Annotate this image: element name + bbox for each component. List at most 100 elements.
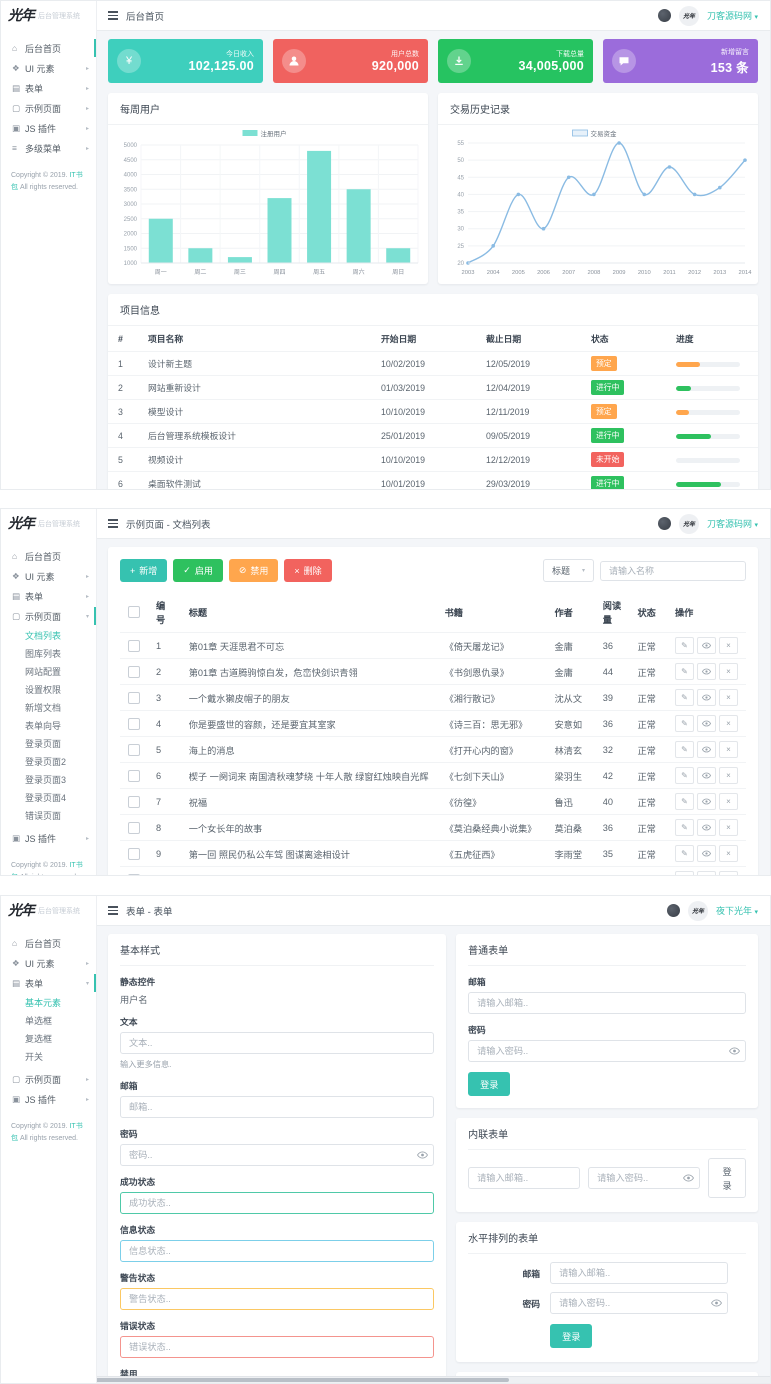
view-icon[interactable] [697,845,716,862]
sidebar-item[interactable]: ▢示例页面▸ [1,98,96,118]
email-field[interactable] [468,1167,580,1189]
delete-icon[interactable]: × [719,689,738,706]
sidebar-item[interactable]: ❖UI 元素▸ [1,953,96,973]
view-icon[interactable] [697,767,716,784]
sidebar-item[interactable]: ▤表单▾ [1,973,96,993]
sidebar-item[interactable]: ⌂后台首页 [1,546,96,566]
row-checkbox[interactable] [128,848,140,860]
text-field[interactable] [120,1144,434,1166]
avatar[interactable]: 光年 [688,901,708,921]
禁用-button[interactable]: ⊘禁用 [229,559,279,582]
scrollbar-thumb[interactable] [63,1378,509,1382]
menu-toggle-icon[interactable] [108,906,118,915]
edit-icon[interactable]: ✎ [675,819,694,836]
view-icon[interactable] [697,637,716,654]
sidebar-item[interactable]: ⌂后台首页 [1,933,96,953]
search-input[interactable] [600,561,746,581]
row-checkbox[interactable] [128,666,140,678]
email-field[interactable] [550,1262,728,1284]
delete-icon[interactable]: × [719,793,738,810]
delete-icon[interactable]: × [719,741,738,758]
sidebar-item[interactable]: ▤表单▸ [1,78,96,98]
eye-icon[interactable] [711,1299,722,1308]
view-icon[interactable] [697,689,716,706]
sidebar-subitem[interactable]: 登录页面2 [1,753,96,771]
login-button[interactable]: 登录 [550,1324,592,1348]
删除-button[interactable]: ×删除 [284,559,331,582]
row-checkbox[interactable] [128,744,140,756]
sidebar-item[interactable]: ❖UI 元素▸ [1,566,96,586]
view-icon[interactable] [697,871,716,876]
delete-icon[interactable]: × [719,637,738,654]
app-logo[interactable]: 光年 后台管理系统 [1,896,96,927]
edit-icon[interactable]: ✎ [675,767,694,784]
sidebar-subitem[interactable]: 图库列表 [1,645,96,663]
sidebar-subitem[interactable]: 登录页面3 [1,771,96,789]
row-checkbox[interactable] [128,770,140,782]
edit-icon[interactable]: ✎ [675,871,694,876]
sidebar-subitem[interactable]: 新增文档 [1,699,96,717]
filter-field-select[interactable]: 标题▾ [543,559,594,582]
delete-icon[interactable]: × [719,663,738,680]
select-all-checkbox[interactable] [128,606,140,618]
edit-icon[interactable]: ✎ [675,663,694,680]
delete-icon[interactable]: × [719,767,738,784]
avatar[interactable]: 光年 [679,514,699,534]
row-checkbox[interactable] [128,822,140,834]
view-icon[interactable] [697,663,716,680]
sidebar-subitem[interactable]: 错误页面 [1,807,96,825]
edit-icon[interactable]: ✎ [675,741,694,758]
sidebar-subitem[interactable]: 文档列表 [1,627,96,645]
delete-icon[interactable]: × [719,871,738,876]
sidebar-subitem[interactable]: 复选框 [1,1030,96,1048]
sidebar-subitem[interactable]: 网站配置 [1,663,96,681]
edit-icon[interactable]: ✎ [675,715,694,732]
app-logo[interactable]: 光年 后台管理系统 [1,1,96,32]
sidebar-subitem[interactable]: 登录页面 [1,735,96,753]
user-menu[interactable]: 夜下光年 ▾ [716,904,758,917]
user-menu[interactable]: 刀客源码网 ▾ [707,9,758,22]
sidebar-item[interactable]: ❖UI 元素▸ [1,58,96,78]
sidebar-item[interactable]: ▢示例页面▸ [1,1069,96,1089]
sidebar-item[interactable]: ▢示例页面▾ [1,606,96,626]
row-checkbox[interactable] [128,796,140,808]
view-icon[interactable] [697,741,716,758]
delete-icon[interactable]: × [719,845,738,862]
avatar[interactable]: 光年 [679,6,699,26]
delete-icon[interactable]: × [719,819,738,836]
sidebar-subitem[interactable]: 登录页面4 [1,789,96,807]
text-field[interactable] [120,1240,434,1262]
sidebar-subitem[interactable]: 基本元素 [1,994,96,1012]
view-icon[interactable] [697,793,716,810]
sidebar-item[interactable]: ▤表单▸ [1,586,96,606]
view-icon[interactable] [697,819,716,836]
eye-icon[interactable] [683,1174,694,1183]
row-checkbox[interactable] [128,692,140,704]
sidebar-item[interactable]: ▣JS 插件▸ [1,828,96,848]
theme-icon[interactable] [667,904,680,917]
password-field[interactable] [468,1040,746,1062]
sidebar-item[interactable]: ▣JS 插件▸ [1,1089,96,1109]
启用-button[interactable]: ✓启用 [173,559,223,582]
sidebar-subitem[interactable]: 开关 [1,1048,96,1066]
view-icon[interactable] [697,715,716,732]
sidebar-subitem[interactable]: 设置权限 [1,681,96,699]
text-field[interactable] [120,1336,434,1358]
app-logo[interactable]: 光年 后台管理系统 [1,509,96,540]
sidebar-item[interactable]: ⌂后台首页 [1,38,96,58]
row-checkbox[interactable] [128,640,140,652]
sidebar-item[interactable]: ▣JS 插件▸ [1,118,96,138]
text-field[interactable] [120,1288,434,1310]
eye-icon[interactable] [729,1047,740,1056]
text-field[interactable] [120,1192,434,1214]
delete-icon[interactable]: × [719,715,738,732]
login-button[interactable]: 登录 [708,1158,746,1198]
theme-icon[interactable] [658,9,671,22]
sidebar-subitem[interactable]: 表单向导 [1,717,96,735]
row-checkbox[interactable] [128,718,140,730]
sidebar-subitem[interactable]: 单选框 [1,1012,96,1030]
edit-icon[interactable]: ✎ [675,793,694,810]
theme-icon[interactable] [658,517,671,530]
新增-button[interactable]: +新增 [120,559,167,582]
menu-toggle-icon[interactable] [108,519,118,528]
